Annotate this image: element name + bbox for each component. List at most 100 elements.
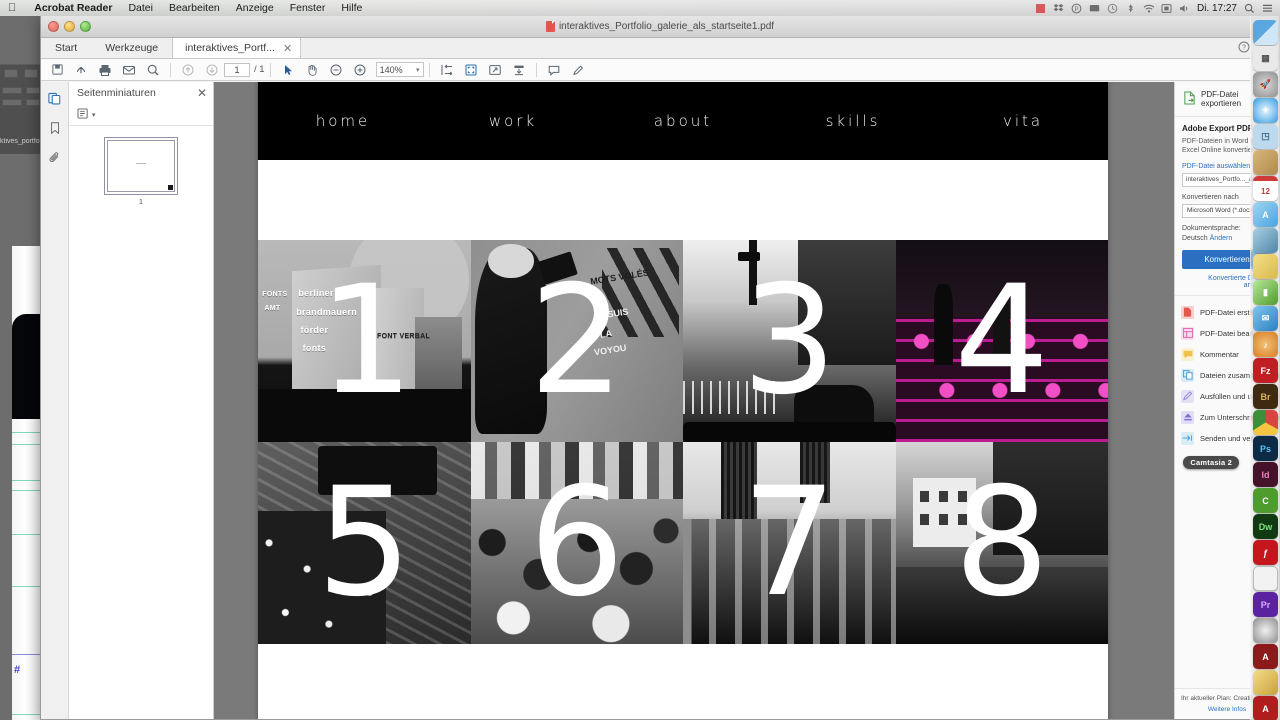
fit-page-icon[interactable] bbox=[459, 60, 483, 80]
dock-item-acrobat-reader[interactable]: A bbox=[1253, 696, 1278, 720]
display-icon[interactable] bbox=[1089, 3, 1100, 14]
bookmarks-icon[interactable] bbox=[45, 118, 65, 138]
wifi-icon[interactable] bbox=[1143, 3, 1155, 14]
nav-link-vita[interactable]: vita bbox=[938, 112, 1108, 130]
gallery-tile-5[interactable]: 5 bbox=[258, 442, 471, 644]
document-viewport[interactable]: home work about skills vita berliner bra… bbox=[214, 82, 1174, 719]
dock-item-indesign[interactable]: Id bbox=[1253, 462, 1278, 487]
window-titlebar[interactable]: interaktives_Portfolio_galerie_als_start… bbox=[41, 16, 1279, 38]
dock-item-app-store[interactable]: A bbox=[1253, 202, 1278, 227]
spotlight-search-icon[interactable] bbox=[1244, 3, 1255, 14]
dock-item-dreamweaver[interactable]: Dw bbox=[1253, 514, 1278, 539]
zoom-level-select[interactable]: 140% ▾ bbox=[375, 62, 424, 77]
dock-item-finder[interactable] bbox=[1253, 20, 1278, 45]
menu-item-datei[interactable]: Datei bbox=[120, 2, 161, 14]
scroll-mode-icon[interactable] bbox=[507, 60, 531, 80]
gallery-tile-6[interactable]: 6 bbox=[470, 442, 683, 644]
hand-tool-icon[interactable] bbox=[300, 60, 324, 80]
dock-item-calculator[interactable]: ▦ bbox=[1253, 46, 1278, 71]
menu-app-name[interactable]: Acrobat Reader bbox=[26, 2, 120, 14]
attachments-icon[interactable] bbox=[45, 148, 65, 168]
dock-item-keka[interactable] bbox=[1253, 670, 1278, 695]
comment-icon[interactable] bbox=[542, 60, 566, 80]
gallery-tile-1[interactable]: berliner brandmauern förder fonts FONTS … bbox=[258, 240, 471, 442]
dock-item-safari[interactable]: ✦ bbox=[1253, 98, 1278, 123]
change-language-link[interactable]: Ändern bbox=[1210, 235, 1233, 242]
dock-item-photoshop[interactable]: Ps bbox=[1253, 436, 1278, 461]
dock-item-bridge[interactable]: Br bbox=[1253, 384, 1278, 409]
nav-link-work[interactable]: work bbox=[428, 112, 598, 130]
screen-record-icon[interactable] bbox=[1035, 3, 1046, 14]
volume-icon[interactable] bbox=[1179, 3, 1190, 14]
gallery-tile-7[interactable]: 7 bbox=[683, 442, 896, 644]
page-number-input[interactable] bbox=[224, 62, 250, 77]
tab-document[interactable]: interaktives_Portf... ✕ bbox=[172, 38, 302, 58]
close-icon[interactable]: ✕ bbox=[197, 87, 207, 99]
timemachine-icon[interactable] bbox=[1107, 3, 1118, 14]
menu-item-hilfe[interactable]: Hilfe bbox=[333, 2, 370, 14]
zoom-out-icon[interactable] bbox=[324, 60, 348, 80]
dock-item-chrome[interactable] bbox=[1253, 410, 1278, 435]
page-up-icon[interactable] bbox=[176, 60, 200, 80]
close-icon[interactable]: ✕ bbox=[283, 42, 292, 55]
tab-start[interactable]: Start bbox=[41, 38, 91, 58]
dock-item-stickies[interactable] bbox=[1253, 254, 1278, 279]
menu-item-bearbeiten[interactable]: Bearbeiten bbox=[161, 2, 228, 14]
menu-item-fenster[interactable]: Fenster bbox=[282, 2, 334, 14]
page-thumbnail-1[interactable] bbox=[107, 140, 175, 192]
dock-item-filezilla[interactable]: Fz bbox=[1253, 358, 1278, 383]
dock-item-cd-burner[interactable] bbox=[1253, 618, 1278, 643]
bluetooth-icon[interactable] bbox=[1125, 3, 1136, 14]
gallery-tile-3[interactable]: 3 bbox=[683, 240, 896, 442]
full-screen-icon[interactable] bbox=[483, 60, 507, 80]
input-source-icon[interactable] bbox=[1161, 3, 1172, 14]
search-icon[interactable] bbox=[141, 60, 165, 80]
dock-item-photos[interactable] bbox=[1253, 228, 1278, 253]
gallery-tile-2[interactable]: MOTS VOLÉS JE SUIS LA VOYOU 2 bbox=[470, 240, 683, 442]
menu-item-anzeige[interactable]: Anzeige bbox=[228, 2, 282, 14]
page-thumbnails-icon[interactable] bbox=[45, 88, 65, 108]
close-window-button[interactable] bbox=[48, 21, 59, 32]
dock-item-premiere[interactable]: Pr bbox=[1253, 592, 1278, 617]
dropbox-icon[interactable] bbox=[1053, 3, 1064, 14]
background-app-window[interactable]: ktives_portfolio # bbox=[0, 14, 44, 720]
dock-item-mail[interactable]: ✉ bbox=[1253, 306, 1278, 331]
dock-item-itunes[interactable]: ♪ bbox=[1253, 332, 1278, 357]
dock-item-acrobat-pro[interactable]: A bbox=[1253, 644, 1278, 669]
dock-item-notes[interactable] bbox=[1253, 150, 1278, 175]
tile-photo-7 bbox=[683, 442, 896, 644]
notification-center-icon[interactable] bbox=[1262, 3, 1273, 14]
select-tool-icon[interactable] bbox=[276, 60, 300, 80]
page-navigation[interactable]: / 1 bbox=[224, 62, 265, 77]
upload-icon[interactable] bbox=[69, 60, 93, 80]
email-icon[interactable] bbox=[117, 60, 141, 80]
dock-item-preview[interactable]: ◳ bbox=[1253, 124, 1278, 149]
dock-item-numbers[interactable]: ▮ bbox=[1253, 280, 1278, 305]
tab-tools[interactable]: Werkzeuge bbox=[91, 38, 172, 58]
menu-bar-clock[interactable]: Di. 17:27 bbox=[1197, 3, 1237, 14]
fit-width-icon[interactable] bbox=[435, 60, 459, 80]
highlight-icon[interactable] bbox=[566, 60, 590, 80]
copyright-icon[interactable]: P bbox=[1071, 3, 1082, 14]
dock-item-calendar[interactable]: 12 bbox=[1253, 176, 1278, 201]
print-icon[interactable] bbox=[93, 60, 117, 80]
zoom-window-button[interactable] bbox=[80, 21, 91, 32]
page-down-icon[interactable] bbox=[200, 60, 224, 80]
gallery-tile-8[interactable]: 8 bbox=[895, 442, 1108, 644]
thumbnail-options-icon[interactable] bbox=[77, 107, 90, 122]
save-icon[interactable] bbox=[45, 60, 69, 80]
dock-item-textedit[interactable] bbox=[1253, 566, 1278, 591]
apple-menu-icon[interactable]:  bbox=[8, 2, 16, 14]
nav-link-skills[interactable]: skills bbox=[768, 112, 938, 130]
zoom-in-icon[interactable] bbox=[348, 60, 372, 80]
chevron-down-icon[interactable]: ▾ bbox=[92, 111, 96, 119]
minimize-window-button[interactable] bbox=[64, 21, 75, 32]
help-icon[interactable]: ? bbox=[1238, 41, 1250, 56]
nav-link-about[interactable]: about bbox=[598, 112, 768, 130]
dock-item-camtasia[interactable]: C bbox=[1253, 488, 1278, 513]
window-controls[interactable] bbox=[48, 21, 91, 32]
nav-link-home[interactable]: home bbox=[258, 112, 428, 130]
dock-item-flash[interactable]: ƒ bbox=[1253, 540, 1278, 565]
gallery-tile-4[interactable]: 4 bbox=[895, 240, 1108, 442]
dock-item-launchpad[interactable]: 🚀 bbox=[1253, 72, 1278, 97]
